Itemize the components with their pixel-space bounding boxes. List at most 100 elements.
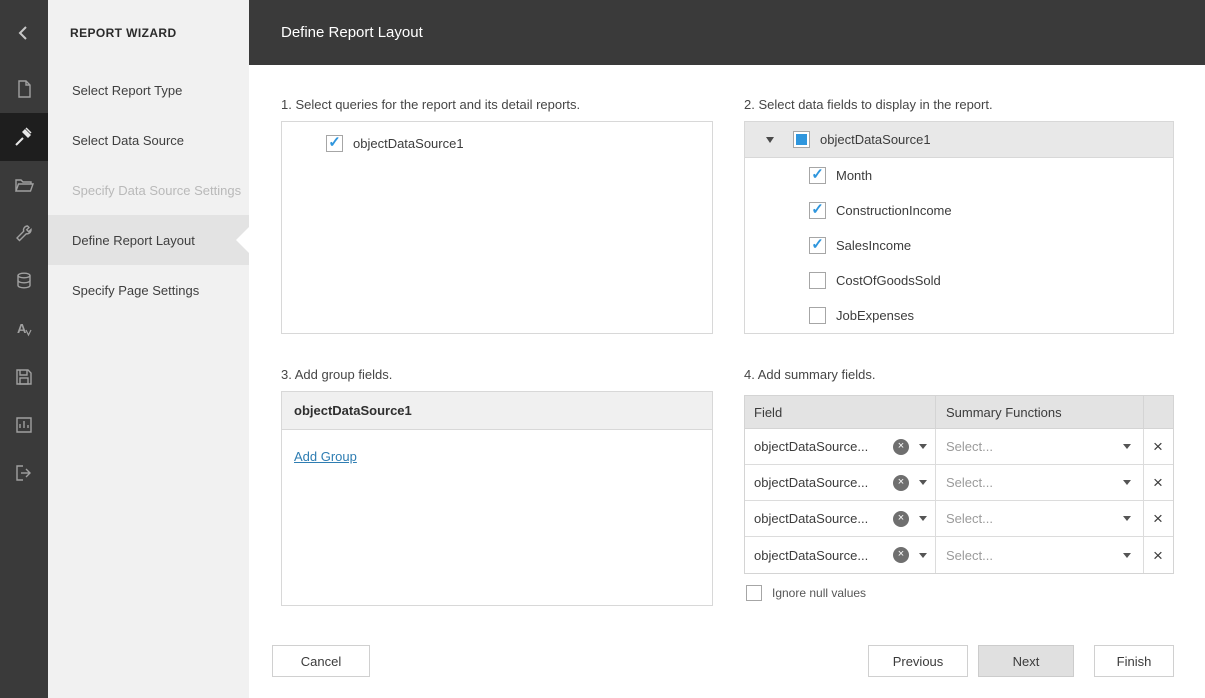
summary-function-placeholder: Select... (946, 511, 993, 526)
delete-row-button[interactable] (1144, 537, 1172, 573)
summary-function-select[interactable]: Select... (936, 465, 1144, 500)
clear-icon[interactable] (893, 547, 909, 563)
next-button[interactable]: Next (978, 645, 1074, 677)
clear-icon[interactable] (893, 475, 909, 491)
open-folder-icon[interactable] (0, 161, 48, 209)
summary-row: objectDataSource... Select... (745, 429, 1173, 465)
field-checkbox-constructionincome[interactable] (809, 202, 826, 219)
save-icon[interactable] (0, 353, 48, 401)
chevron-down-icon[interactable] (919, 480, 927, 485)
column-header-summary-functions: Summary Functions (936, 396, 1144, 428)
main-content: 1. Select queries for the report and its… (249, 65, 1205, 698)
summary-function-select[interactable]: Select... (936, 501, 1144, 536)
chevron-down-icon[interactable] (919, 444, 927, 449)
field-combo[interactable]: objectDataSource... (745, 465, 936, 500)
nav-item-define-report-layout[interactable]: Define Report Layout (48, 215, 249, 265)
chevron-down-icon (1123, 444, 1131, 449)
summary-function-placeholder: Select... (946, 548, 993, 563)
field-checkbox-month[interactable] (809, 167, 826, 184)
field-combo[interactable]: objectDataSource... (745, 537, 936, 573)
add-group-link[interactable]: Add Group (294, 449, 357, 464)
new-document-icon[interactable] (0, 65, 48, 113)
nav-item-specify-data-source-settings: Specify Data Source Settings (48, 165, 249, 215)
summary-row: objectDataSource... Select... (745, 465, 1173, 501)
field-combo[interactable]: objectDataSource... (745, 429, 936, 464)
report-wizard-icon[interactable] (0, 113, 48, 161)
chevron-down-icon (1123, 516, 1131, 521)
cancel-button[interactable]: Cancel (272, 645, 370, 677)
groups-section-title: 3. Add group fields. (281, 367, 392, 382)
summary-function-select[interactable]: Select... (936, 429, 1144, 464)
close-icon (1153, 547, 1163, 564)
field-combo-value: objectDataSource... (754, 511, 868, 526)
field-checkbox-salesincome[interactable] (809, 237, 826, 254)
field-checkbox-costofgoodssold[interactable] (809, 272, 826, 289)
summary-function-placeholder: Select... (946, 475, 993, 490)
clear-icon[interactable] (893, 511, 909, 527)
collapse-arrow-icon[interactable] (766, 137, 774, 143)
localization-icon[interactable]: A (0, 305, 48, 353)
field-checkbox-jobexpenses[interactable] (809, 307, 826, 324)
field-combo-value: objectDataSource... (754, 439, 868, 454)
exit-icon[interactable] (0, 449, 48, 497)
field-combo-value: objectDataSource... (754, 548, 868, 563)
close-icon (1153, 474, 1163, 491)
field-label: ConstructionIncome (836, 203, 952, 218)
groups-panel: objectDataSource1 Add Group (281, 391, 713, 606)
wizard-nav: REPORT WIZARD Select Report Type Select … (48, 0, 249, 698)
fields-panel: objectDataSource1 Month ConstructionInco… (744, 121, 1174, 334)
field-row: JobExpenses (745, 298, 1173, 333)
delete-row-button[interactable] (1144, 465, 1172, 500)
field-row: ConstructionIncome (745, 193, 1173, 228)
ignore-null-row: Ignore null values (746, 585, 866, 601)
field-row: CostOfGoodsSold (745, 263, 1173, 298)
page-title: Define Report Layout (281, 24, 423, 41)
ignore-null-label: Ignore null values (772, 586, 866, 600)
delete-row-button[interactable] (1144, 501, 1172, 536)
chevron-down-icon (1123, 480, 1131, 485)
query-label: objectDataSource1 (353, 136, 464, 151)
back-icon[interactable] (0, 0, 48, 65)
summary-row: objectDataSource... Select... (745, 501, 1173, 537)
design-tools-icon[interactable] (0, 209, 48, 257)
column-header-delete (1144, 396, 1172, 428)
report-structure-icon[interactable] (0, 401, 48, 449)
query-checkbox[interactable] (326, 135, 343, 152)
summary-table: Field Summary Functions objectDataSource… (744, 395, 1174, 574)
wizard-nav-title: REPORT WIZARD (48, 0, 249, 65)
fields-root-row: objectDataSource1 (745, 122, 1173, 158)
summary-function-placeholder: Select... (946, 439, 993, 454)
nav-item-select-data-source[interactable]: Select Data Source (48, 115, 249, 165)
svg-text:A: A (17, 321, 27, 336)
queries-panel: objectDataSource1 (281, 121, 713, 334)
finish-button[interactable]: Finish (1094, 645, 1174, 677)
field-row: Month (745, 158, 1173, 193)
fields-section-title: 2. Select data fields to display in the … (744, 97, 993, 112)
ignore-null-checkbox[interactable] (746, 585, 762, 601)
chevron-down-icon[interactable] (919, 553, 927, 558)
delete-row-button[interactable] (1144, 429, 1172, 464)
nav-item-select-report-type[interactable]: Select Report Type (48, 65, 249, 115)
close-icon (1153, 510, 1163, 527)
data-source-icon[interactable] (0, 257, 48, 305)
close-icon (1153, 438, 1163, 455)
fields-root-checkbox[interactable] (793, 131, 810, 148)
field-combo-value: objectDataSource... (754, 475, 868, 490)
field-label: CostOfGoodsSold (836, 273, 941, 288)
icon-sidebar: A (0, 0, 48, 698)
field-combo[interactable]: objectDataSource... (745, 501, 936, 536)
field-label: Month (836, 168, 872, 183)
queries-section-title: 1. Select queries for the report and its… (281, 97, 580, 112)
chevron-down-icon (1123, 553, 1131, 558)
field-row: SalesIncome (745, 228, 1173, 263)
summary-row: objectDataSource... Select... (745, 537, 1173, 573)
clear-icon[interactable] (893, 439, 909, 455)
summary-section-title: 4. Add summary fields. (744, 367, 876, 382)
previous-button[interactable]: Previous (868, 645, 968, 677)
field-label: JobExpenses (836, 308, 914, 323)
column-header-field: Field (745, 396, 936, 428)
summary-function-select[interactable]: Select... (936, 537, 1144, 573)
nav-item-specify-page-settings[interactable]: Specify Page Settings (48, 265, 249, 315)
chevron-down-icon[interactable] (919, 516, 927, 521)
header: Define Report Layout (249, 0, 1205, 65)
